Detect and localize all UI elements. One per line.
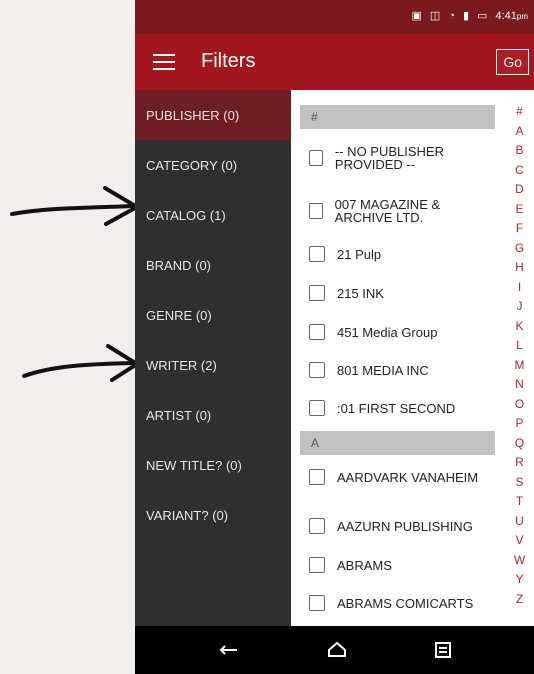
sidebar-item-genre[interactable]: GENRE (0) — [135, 290, 291, 340]
index-letter[interactable]: V — [505, 531, 534, 551]
checkbox[interactable] — [309, 400, 325, 416]
filter-sidebar: PUBLISHER (0) CATEGORY (0) CATALOG (1) B… — [135, 90, 291, 626]
index-letter[interactable]: R — [505, 453, 534, 473]
index-letter[interactable]: M — [505, 356, 534, 376]
page-title: Filters — [201, 50, 256, 72]
index-letter[interactable]: # — [505, 102, 534, 122]
checkbox[interactable] — [309, 362, 325, 378]
android-nav-bar — [135, 626, 534, 674]
annotation-arrow-writer — [22, 344, 140, 386]
list-item[interactable]: ABRAMS COMICARTS — [309, 595, 499, 611]
checkbox[interactable] — [309, 518, 325, 534]
index-letter[interactable]: L — [505, 336, 534, 356]
list-item[interactable]: ABRAMS — [309, 557, 499, 573]
sidebar-item-new-title[interactable]: NEW TITLE? (0) — [135, 440, 291, 490]
index-letter[interactable]: G — [505, 239, 534, 259]
index-letter[interactable]: B — [505, 141, 534, 161]
home-icon[interactable] — [325, 638, 349, 662]
index-letter[interactable]: Z — [505, 590, 534, 610]
checkbox[interactable] — [309, 557, 325, 573]
sidebar-item-catalog[interactable]: CATALOG (1) — [135, 190, 291, 240]
checkbox[interactable] — [309, 324, 325, 340]
list-item[interactable]: AARDVARK VANAHEIM — [309, 469, 499, 485]
index-letter[interactable]: S — [505, 473, 534, 493]
recent-apps-icon[interactable] — [431, 638, 455, 662]
checkbox[interactable] — [309, 246, 325, 262]
battery-icon: ▭ — [477, 10, 488, 22]
menu-icon[interactable] — [153, 54, 175, 70]
list-item[interactable]: 801 MEDIA INC — [309, 362, 499, 378]
wifi-icon: ◔ — [448, 9, 455, 22]
checkbox[interactable] — [309, 285, 325, 301]
index-letter[interactable]: U — [505, 512, 534, 532]
section-header-a: A — [300, 431, 495, 455]
list-item[interactable]: 451 Media Group — [309, 324, 499, 340]
status-bar: ▣ ◫ ◔ ▮ ▭ 4:41pm — [135, 0, 534, 34]
index-letter[interactable]: O — [505, 395, 534, 415]
alphabet-index[interactable]: # A B C D E F G H I J K L M N O P Q R S … — [505, 102, 534, 609]
index-letter[interactable]: D — [505, 180, 534, 200]
status-icons: ▣ ◫ ◔ ▮ ▭ 4:41pm — [411, 9, 528, 23]
sidebar-item-writer[interactable]: WRITER (2) — [135, 340, 291, 390]
index-letter[interactable]: W — [505, 551, 534, 571]
list-item[interactable]: 007 MAGAZINE & ARCHIVE LTD. — [309, 198, 499, 224]
index-letter[interactable]: K — [505, 317, 534, 337]
sidebar-item-category[interactable]: CATEGORY (0) — [135, 140, 291, 190]
signal-icon: ▮ — [462, 10, 470, 22]
index-letter[interactable]: C — [505, 161, 534, 181]
index-letter[interactable]: I — [505, 278, 534, 298]
annotation-arrow-catalog — [10, 186, 140, 228]
checkbox[interactable] — [309, 469, 325, 485]
publisher-list: # -- NO PUBLISHER PROVIDED -- 007 MAGAZI… — [291, 90, 505, 626]
index-letter[interactable]: P — [505, 414, 534, 434]
nfc-icon: ▣ — [411, 10, 422, 22]
list-item[interactable]: 21 Pulp — [309, 246, 499, 262]
list-item[interactable]: 215 INK — [309, 285, 499, 301]
back-icon[interactable] — [217, 638, 241, 662]
sidebar-item-publisher[interactable]: PUBLISHER (0) — [135, 90, 291, 140]
section-header-hash: # — [300, 105, 495, 129]
index-letter[interactable]: E — [505, 200, 534, 220]
checkbox[interactable] — [309, 150, 323, 166]
index-letter[interactable]: A — [505, 122, 534, 142]
list-item[interactable]: AAZURN PUBLISHING — [309, 518, 499, 534]
app-bar: Filters Go — [135, 34, 534, 90]
list-item[interactable]: :01 FIRST SECOND — [309, 400, 499, 416]
index-letter[interactable]: H — [505, 258, 534, 278]
index-letter[interactable]: Y — [505, 570, 534, 590]
sidebar-item-artist[interactable]: ARTIST (0) — [135, 390, 291, 440]
status-time: 4:41pm — [495, 9, 528, 22]
go-button[interactable]: Go — [496, 49, 529, 75]
sidebar-item-brand[interactable]: BRAND (0) — [135, 240, 291, 290]
index-letter[interactable]: Q — [505, 434, 534, 454]
vibrate-icon: ◫ — [429, 10, 441, 22]
checkbox[interactable] — [309, 203, 323, 219]
sidebar-item-variant[interactable]: VARIANT? (0) — [135, 490, 291, 540]
checkbox[interactable] — [309, 595, 325, 611]
list-item[interactable]: -- NO PUBLISHER PROVIDED -- — [309, 145, 499, 171]
phone-screen: ▣ ◫ ◔ ▮ ▭ 4:41pm Filters Go PUBLISHER (0… — [135, 0, 534, 674]
index-letter[interactable]: F — [505, 219, 534, 239]
index-letter[interactable]: N — [505, 375, 534, 395]
index-letter[interactable]: J — [505, 297, 534, 317]
index-letter[interactable]: T — [505, 492, 534, 512]
